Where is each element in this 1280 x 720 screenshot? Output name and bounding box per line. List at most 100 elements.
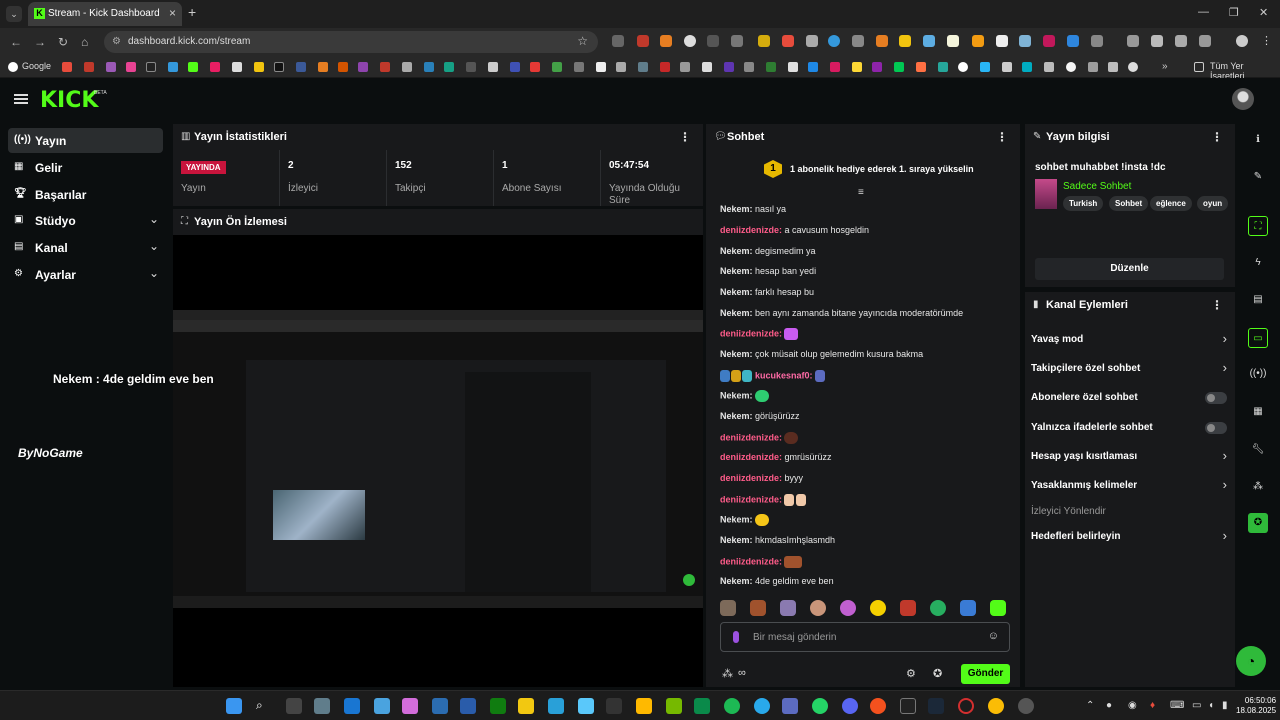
infinity-icon[interactable]: ∞	[738, 667, 746, 679]
chat-message[interactable]: deniizdenizde:	[720, 432, 799, 444]
nvidia-icon[interactable]	[666, 698, 682, 714]
tag-chip[interactable]: oyun	[1197, 196, 1229, 211]
steam-icon[interactable]	[928, 698, 944, 714]
bookmark-icon[interactable]	[980, 62, 990, 72]
wrench-icon[interactable]: 🔧︎	[1248, 440, 1268, 460]
spotify-icon[interactable]	[724, 698, 740, 714]
bookmark-icon[interactable]	[894, 62, 904, 72]
chat-username[interactable]: deniizdenizde:	[720, 328, 782, 338]
bookmark-icon[interactable]	[638, 62, 648, 72]
keyboard-icon[interactable]: ⌨	[1170, 700, 1184, 711]
close-window-icon[interactable]: ✕	[1259, 6, 1268, 19]
edit-button[interactable]: Düzenle	[1035, 258, 1224, 280]
chat-username[interactable]: Nekem:	[720, 349, 753, 359]
bookmark-icon[interactable]	[660, 62, 670, 72]
emote-icon[interactable]	[780, 600, 796, 616]
bookmark-icon[interactable]	[616, 62, 626, 72]
chat-username[interactable]: Nekem:	[720, 204, 753, 214]
bookmark-icon[interactable]	[232, 62, 242, 72]
app-icon[interactable]	[402, 698, 418, 714]
menu-icon[interactable]	[14, 94, 28, 104]
chat-message[interactable]: deniizdenizde: byyy	[720, 473, 803, 483]
bookmark-icon[interactable]	[1108, 62, 1118, 72]
mic-tray-icon[interactable]: ♦	[1150, 700, 1155, 711]
bookmark-icon[interactable]	[358, 62, 368, 72]
tag-chip[interactable]: Turkish	[1063, 196, 1104, 211]
bookmark-icon[interactable]	[808, 62, 818, 72]
extension-icon[interactable]	[758, 35, 770, 47]
kebab-menu-icon[interactable]: ⋮	[1211, 130, 1223, 144]
bookmark-icon[interactable]	[296, 62, 306, 72]
bookmark-icon[interactable]	[1128, 62, 1138, 72]
kebab-menu-icon[interactable]: ⋮	[1211, 298, 1223, 312]
bookmark-icon[interactable]	[188, 62, 198, 72]
bookmark-icon[interactable]	[574, 62, 584, 72]
extension-icon[interactable]	[852, 35, 864, 47]
user-avatar[interactable]	[1232, 88, 1254, 110]
close-tab-icon[interactable]: ×	[169, 6, 176, 20]
chat-message[interactable]: Nekem: 4de geldim eve ben	[720, 576, 834, 586]
extension-icon[interactable]	[782, 35, 794, 47]
app-icon[interactable]	[548, 698, 564, 714]
reload-icon[interactable]: ↻	[58, 35, 68, 49]
chat-message[interactable]: Nekem: ben aynı zamanda bitane yayıncıda…	[720, 308, 963, 318]
xbox-icon[interactable]	[490, 698, 506, 714]
pinned-gift-banner[interactable]: 1 1 abonelik hediye ederek 1. sıraya yük…	[706, 150, 1020, 198]
pencil-icon[interactable]: ✎	[1248, 167, 1268, 187]
app-icon[interactable]	[900, 698, 916, 714]
back-icon[interactable]: ←	[10, 35, 22, 49]
chat-username[interactable]: Nekem:	[720, 266, 753, 276]
forward-icon[interactable]: →	[34, 35, 46, 49]
bookmark-icon[interactable]	[680, 62, 690, 72]
tray-icon[interactable]: ◉	[1128, 700, 1137, 711]
app-icon[interactable]	[782, 698, 798, 714]
preview-toggle-icon[interactable]: ⛶	[1248, 216, 1268, 236]
new-tab-button[interactable]: +	[188, 4, 196, 20]
chat-message[interactable]: Nekem: hesap ban yedi	[720, 266, 816, 276]
chat-message[interactable]: Nekem: nasıl ya	[720, 204, 786, 214]
extension-icon[interactable]	[828, 35, 840, 47]
app-icon[interactable]	[460, 698, 476, 714]
extension-icon[interactable]	[707, 35, 719, 47]
sidebar-item-income[interactable]: ▦ Gelir	[8, 155, 163, 180]
bookmark-icon[interactable]	[1002, 62, 1012, 72]
chat-settings-icon[interactable]: ⚙	[906, 667, 916, 680]
document-icon[interactable]: ▤	[1248, 290, 1268, 310]
chat-message[interactable]: kucukesnaf0:	[720, 370, 825, 382]
chat-message[interactable]: Nekem: çok müsait olup gelemedim kusura …	[720, 349, 923, 359]
info-icon[interactable]: ℹ	[1248, 130, 1268, 150]
chat-message[interactable]: deniizdenizde:	[720, 328, 799, 340]
bookmark-icon[interactable]	[724, 62, 734, 72]
kebab-menu-icon[interactable]: ⋮	[679, 130, 691, 144]
bookmark-icon[interactable]	[744, 62, 754, 72]
app-icon[interactable]	[578, 698, 594, 714]
chat-username[interactable]: Nekem:	[720, 287, 753, 297]
action-account-age[interactable]: Hesap yaşı kısıtlaması ›	[1031, 447, 1227, 467]
bookmark-icon[interactable]	[766, 62, 776, 72]
bookmark-icon[interactable]	[106, 62, 116, 72]
translate-icon[interactable]	[1151, 35, 1163, 47]
extensions-puzzle-icon[interactable]	[1091, 35, 1103, 47]
extension-icon[interactable]	[1067, 35, 1079, 47]
browser-tab[interactable]: K Stream - Kick Dashboard ×	[28, 2, 182, 26]
extension-icon[interactable]	[1127, 35, 1139, 47]
bookmark-icon[interactable]	[210, 62, 220, 72]
chat-username[interactable]: Nekem:	[720, 390, 753, 400]
bookmark-icon[interactable]	[510, 62, 520, 72]
bookmark-icon[interactable]	[318, 62, 328, 72]
address-bar[interactable]: ⚙ dashboard.kick.com/stream ☆	[104, 31, 598, 53]
action-raid[interactable]: İzleyici Yönlendir	[1031, 502, 1227, 522]
chat-username[interactable]: Nekem:	[720, 246, 753, 256]
chat-username[interactable]: Nekem:	[720, 535, 753, 545]
home-icon[interactable]: ⌂	[81, 35, 88, 49]
extension-icon[interactable]	[612, 35, 624, 47]
sidebar-item-channel[interactable]: ▤ Kanal ⌄	[8, 235, 163, 260]
bookmark-icon[interactable]	[274, 62, 284, 72]
app-icon[interactable]	[432, 698, 448, 714]
bookmark-icon[interactable]	[872, 62, 882, 72]
bookmark-icon[interactable]	[1044, 62, 1054, 72]
action-followers-only[interactable]: Takipçilere özel sohbet ›	[1031, 359, 1227, 379]
tag-chip[interactable]: eğlence	[1150, 196, 1192, 211]
settings-app-icon[interactable]	[314, 698, 330, 714]
collapse-handle-icon[interactable]: ≡	[858, 187, 864, 198]
